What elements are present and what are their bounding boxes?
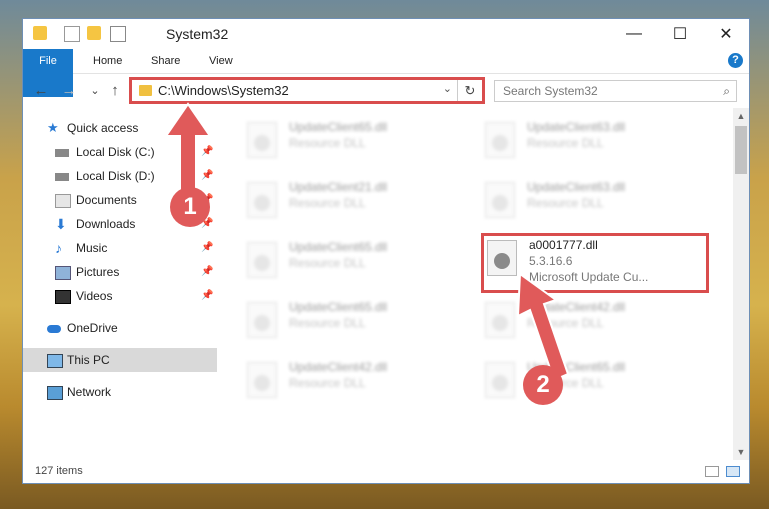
dll-file-icon (247, 242, 277, 278)
forward-button[interactable]: → (59, 81, 79, 101)
sidebar-item-label: Pictures (76, 265, 120, 279)
sidebar-item-network[interactable]: Network (23, 380, 217, 404)
sidebar-item-label: This PC (67, 353, 110, 367)
sidebar-item-label: Music (76, 241, 108, 255)
scroll-up-icon[interactable]: ▲ (733, 108, 749, 124)
refresh-button[interactable]: ↻ (457, 80, 482, 101)
computer-icon (47, 354, 63, 368)
window-title: System32 (166, 26, 229, 42)
sidebar-item-label: Local Disk (D:) (76, 169, 155, 183)
drive-icon (55, 149, 69, 157)
sidebar-item-music[interactable]: ♪ Music 📌 (23, 236, 217, 260)
star-icon: ★ (47, 120, 59, 135)
title-bar: System32 — ☐ ✕ (23, 19, 749, 49)
explorer-window: System32 — ☐ ✕ File Home Share View ? ← … (22, 18, 750, 484)
navigation-bar: ← → ⌄ ↑ C:\Windows\System32 ⌄ ↻ Search S… (23, 74, 749, 108)
file-name: UpdateClient63.dll (527, 180, 626, 194)
file-name: UpdateClient65.dll (289, 300, 388, 314)
folder-icon (33, 26, 47, 40)
pin-icon: 📌 (201, 266, 214, 277)
pictures-icon (55, 266, 71, 280)
address-path[interactable]: C:\Windows\System32 (158, 83, 289, 98)
pin-icon: 📌 (201, 290, 214, 301)
file-item[interactable]: UpdateClient65.dll Resource DLL (241, 236, 461, 284)
dll-file-icon (247, 122, 277, 158)
sidebar-item-label: Local Disk (C:) (76, 145, 155, 159)
cloud-icon (47, 325, 61, 333)
file-item[interactable]: UpdateClient63.dll Resource DLL (479, 116, 699, 164)
recent-locations-button[interactable]: ⌄ (85, 81, 105, 101)
file-type: Resource DLL (289, 256, 366, 270)
file-type: Resource DLL (527, 136, 604, 150)
sidebar-item-label: Quick access (67, 121, 139, 135)
sidebar-item-pictures[interactable]: Pictures 📌 (23, 260, 217, 284)
new-folder-icon[interactable] (87, 26, 101, 40)
dll-file-icon (247, 182, 277, 218)
sidebar-item-label: Downloads (76, 217, 136, 231)
dll-file-icon (485, 182, 515, 218)
maximize-button[interactable]: ☐ (657, 19, 703, 49)
file-type: Resource DLL (289, 316, 366, 330)
file-name: UpdateClient65.dll (289, 240, 388, 254)
file-name: UpdateClient63.dll (527, 120, 626, 134)
status-bar: 127 items (23, 461, 749, 483)
sidebar-item-this-pc[interactable]: This PC (23, 348, 217, 372)
file-type: Resource DLL (289, 196, 366, 210)
sidebar-item-onedrive[interactable]: OneDrive (23, 316, 217, 340)
customize-toolbar-icon[interactable] (110, 26, 126, 42)
tab-view[interactable]: View (199, 49, 243, 73)
close-button[interactable]: ✕ (703, 19, 749, 49)
file-item[interactable]: UpdateClient42.dll Resource DLL (241, 356, 461, 404)
help-icon[interactable]: ? (728, 53, 743, 68)
file-type: Resource DLL (289, 136, 366, 150)
download-icon: ⬇ (55, 216, 67, 232)
step-1-badge: 1 (170, 187, 210, 227)
scroll-thumb[interactable] (735, 126, 747, 174)
properties-icon[interactable] (64, 26, 80, 42)
dll-file-icon (247, 302, 277, 338)
tab-share[interactable]: Share (141, 49, 190, 73)
tab-home[interactable]: Home (83, 49, 132, 73)
search-input[interactable]: Search System32 ⌕ (494, 80, 737, 102)
step-2-badge: 2 (523, 365, 563, 405)
large-icons-view-icon[interactable] (726, 466, 740, 477)
file-item[interactable]: UpdateClient63.dll Resource DLL (479, 176, 699, 224)
videos-icon (55, 290, 71, 304)
minimize-button[interactable]: — (611, 19, 657, 49)
item-count: 127 items (35, 465, 83, 477)
file-item[interactable]: UpdateClient65.dll Resource DLL (241, 116, 461, 164)
sidebar-item-label: OneDrive (67, 321, 118, 335)
dll-file-icon (247, 362, 277, 398)
file-name: UpdateClient42.dll (289, 360, 388, 374)
ribbon: File Home Share View ? (23, 49, 749, 97)
sidebar-item-label: Documents (76, 193, 137, 207)
drive-icon (55, 173, 69, 181)
music-icon: ♪ (55, 240, 62, 256)
back-button[interactable]: ← (31, 81, 51, 101)
address-dropdown-icon[interactable]: ⌄ (443, 82, 452, 95)
pin-icon: 📌 (201, 242, 214, 253)
scroll-down-icon[interactable]: ▼ (733, 444, 749, 460)
file-type: Resource DLL (527, 196, 604, 210)
details-view-icon[interactable] (705, 466, 719, 477)
file-item[interactable]: UpdateClient21.dll Resource DLL (241, 176, 461, 224)
search-placeholder: Search System32 (503, 84, 598, 98)
dll-file-icon (485, 122, 515, 158)
file-name: UpdateClient21.dll (289, 180, 388, 194)
search-icon[interactable]: ⌕ (723, 84, 730, 99)
network-icon (47, 386, 63, 400)
vertical-scrollbar[interactable]: ▲ ▼ (733, 108, 749, 460)
file-name: UpdateClient65.dll (289, 120, 388, 134)
sidebar-item-videos[interactable]: Videos 📌 (23, 284, 217, 308)
up-button[interactable]: ↑ (105, 81, 125, 101)
sidebar-item-label: Videos (76, 289, 113, 303)
sidebar-item-label: Network (67, 385, 112, 399)
file-type: Resource DLL (289, 376, 366, 390)
documents-icon (55, 194, 71, 208)
folder-icon (139, 85, 152, 96)
file-item[interactable]: UpdateClient65.dll Resource DLL (241, 296, 461, 344)
